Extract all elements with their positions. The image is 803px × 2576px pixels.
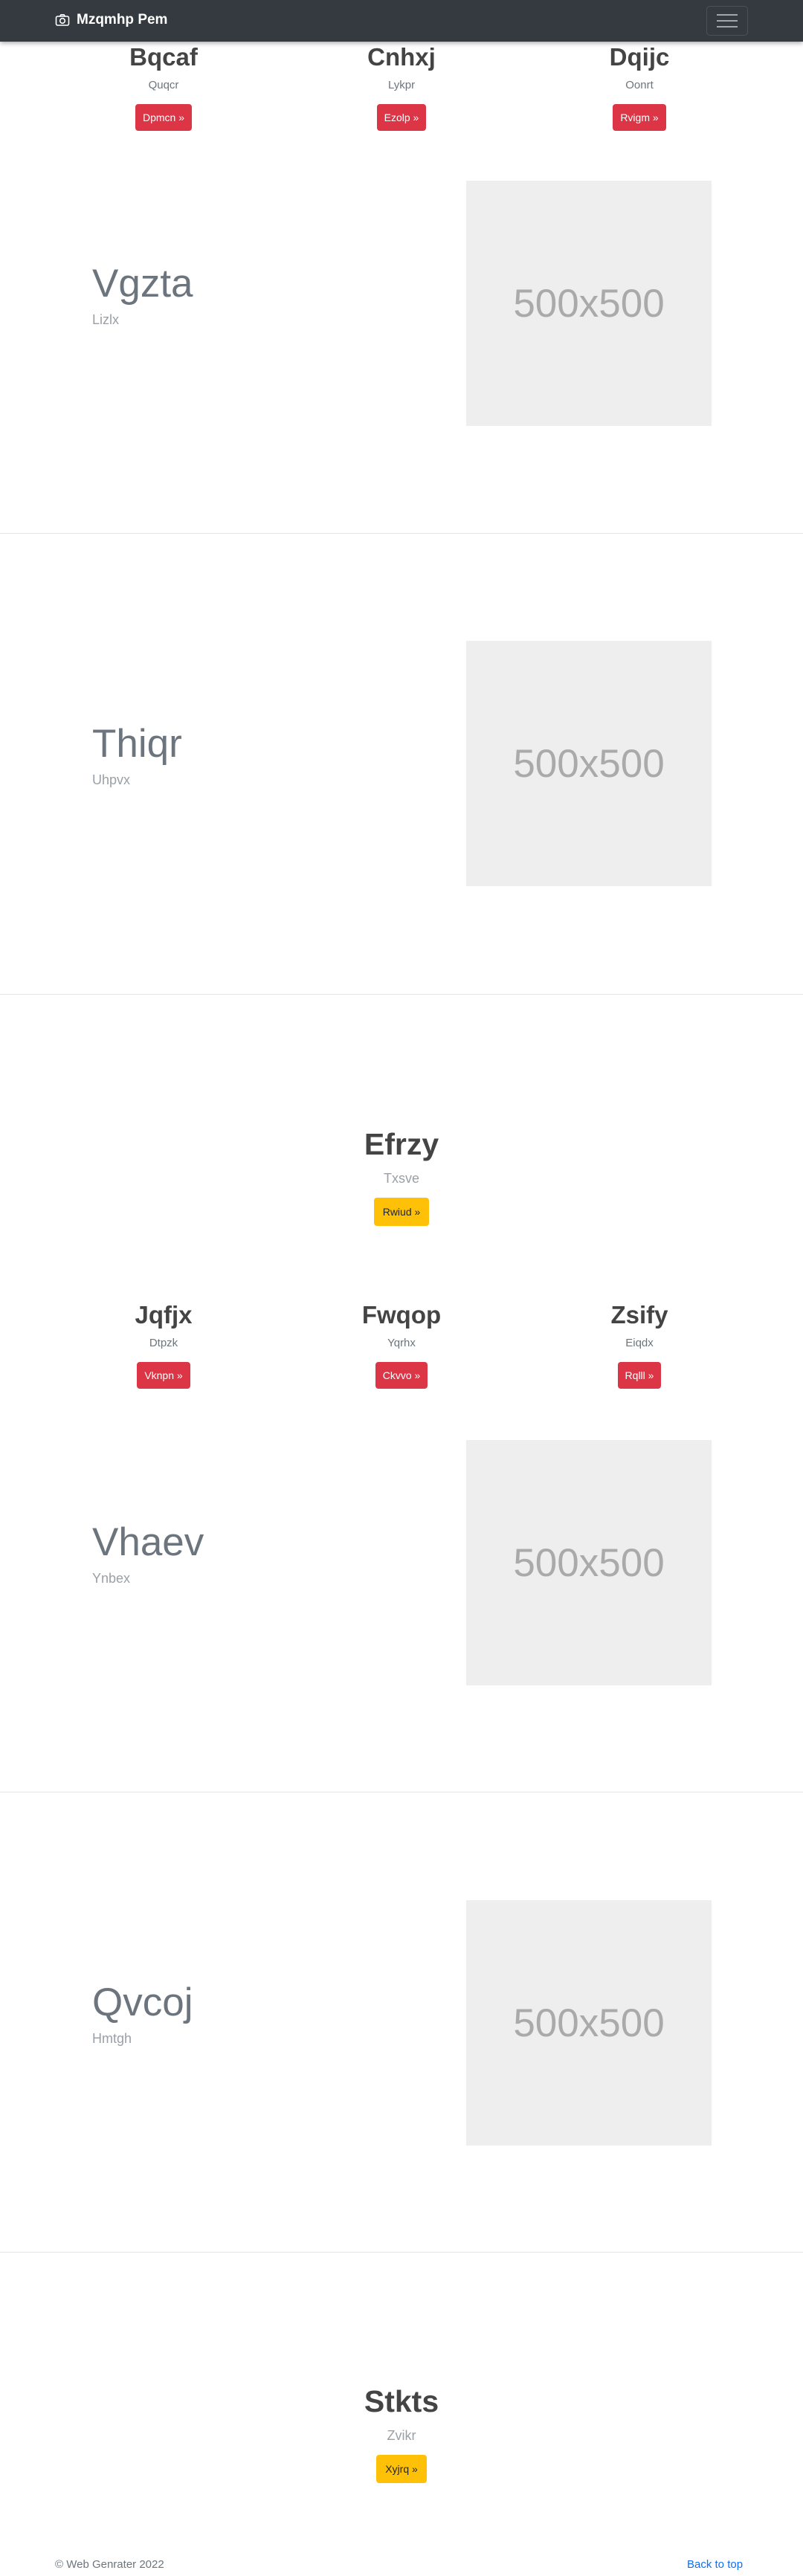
feature-title: Thiqr [92, 722, 182, 766]
column-title: Jqfjx [135, 1301, 193, 1329]
feature-subtitle: Uhpvx [92, 772, 131, 787]
feature-title: Vgzta [92, 262, 193, 306]
feature-subtitle: Hmtgh [92, 2031, 132, 2046]
camera-icon [55, 14, 70, 26]
column-card: Bqcaf Quqcr Dpmcn » [52, 42, 275, 131]
brand-link[interactable]: Mzqmhp Pem [55, 12, 167, 28]
column-title: Bqcaf [129, 43, 198, 71]
column-subtitle: Eiqdx [625, 1337, 654, 1349]
divider [0, 994, 803, 995]
column-button[interactable]: Vknpn » [137, 1362, 190, 1389]
center-title: Efrzy [364, 1127, 439, 1161]
divider [0, 533, 803, 534]
center-section: Efrzy Txsve Rwiud » [253, 1126, 550, 1226]
column-card: Jqfjx Dtpzk Vknpn » [52, 1300, 275, 1389]
back-to-top-link[interactable]: Back to top [687, 2558, 743, 2571]
placeholder-image: 500x500 [466, 641, 712, 886]
hamburger-icon [717, 14, 738, 16]
column-subtitle: Yqrhx [387, 1337, 416, 1349]
center-button[interactable]: Rwiud » [373, 1198, 430, 1226]
column-title: Zsify [610, 1301, 668, 1329]
column-subtitle: Oonrt [625, 79, 654, 91]
column-title: Dqijc [609, 43, 670, 71]
menu-toggle-button[interactable] [706, 6, 748, 36]
feature-title: Qvcoj [92, 1981, 193, 2024]
center-subtitle: Txsve [383, 1171, 419, 1186]
brand-name: Mzqmhp Pem [77, 12, 168, 28]
center-title: Stkts [364, 2384, 439, 2418]
column-card: Zsify Eiqdx Rqlll » [528, 1300, 751, 1389]
placeholder-image: 500x500 [466, 181, 712, 426]
center-subtitle: Zvikr [387, 2428, 416, 2443]
column-subtitle: Quqcr [148, 79, 179, 91]
column-button[interactable]: Rqlll » [617, 1362, 662, 1389]
column-title: Fwqop [361, 1301, 442, 1329]
column-title: Cnhxj [367, 43, 436, 71]
column-button[interactable]: Ckvvo » [375, 1362, 428, 1389]
center-button[interactable]: Xyjrq » [376, 2455, 427, 2483]
column-button[interactable]: Rvigm » [613, 104, 666, 131]
column-button[interactable]: Dpmcn » [135, 104, 193, 131]
placeholder-image: 500x500 [466, 1900, 712, 2146]
feature-subtitle: Lizlx [92, 312, 120, 327]
footer-copyright: © Web Genrater 2022 [55, 2558, 164, 2571]
center-section: Stkts Zvikr Xyjrq » [253, 2383, 550, 2483]
column-card: Fwqop Yqrhx Ckvvo » [290, 1300, 513, 1389]
column-subtitle: Dtpzk [149, 1337, 178, 1349]
column-card: Cnhxj Lykpr Ezolp » [290, 42, 513, 131]
feature-subtitle: Ynbex [92, 1571, 131, 1586]
divider [0, 2252, 803, 2253]
placeholder-image: 500x500 [466, 1440, 712, 1685]
navbar: Mzqmhp Pem [0, 0, 803, 42]
column-button[interactable]: Ezolp » [376, 104, 427, 131]
feature-title: Vhaev [92, 1520, 204, 1564]
column-subtitle: Lykpr [387, 79, 416, 91]
column-card: Dqijc Oonrt Rvigm » [528, 42, 751, 131]
